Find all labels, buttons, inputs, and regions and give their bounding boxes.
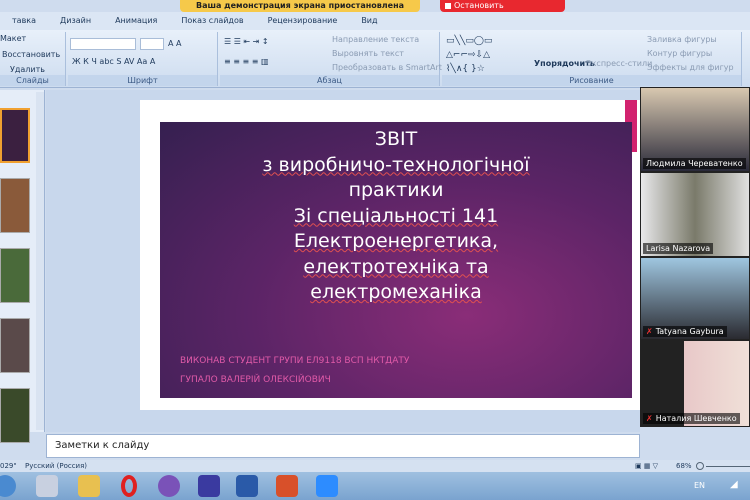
tab-animation[interactable]: Анимация xyxy=(103,12,169,30)
start-button[interactable] xyxy=(0,475,16,497)
font-format-buttons[interactable]: Ж К Ч abc S AV Aa A xyxy=(72,57,155,66)
file-explorer-icon[interactable] xyxy=(78,475,100,497)
slide-counter: 029" xyxy=(0,462,17,470)
zoom-out-icon[interactable] xyxy=(696,462,704,470)
slide-title-line: Зі спеціальності 141 xyxy=(293,204,499,227)
slide-title-line: електромеханіка xyxy=(310,281,482,303)
delete-button[interactable]: Удалить xyxy=(10,65,45,74)
shapes-gallery[interactable]: ▭╲╲▭◯▭ △⌐⌐⇨⇩△ ⌇╲∧{ }☆ xyxy=(446,34,492,76)
slide-title-line: з виробничо-технологічної xyxy=(262,153,530,176)
muted-mic-icon: ✗ xyxy=(646,414,653,423)
slide-thumbnail[interactable] xyxy=(0,318,30,373)
font-size-select[interactable] xyxy=(140,38,164,50)
reset-button[interactable]: Восстановить xyxy=(2,50,60,59)
quick-styles-button[interactable]: Экспресс-стили xyxy=(586,59,652,68)
paragraph-group: ☰ ☰ ⇤ ⇥ ↕ ≡ ≡ ≡ ≡ ▥ Направление текста В… xyxy=(220,32,442,86)
font-grow-shrink[interactable]: A A xyxy=(168,39,182,48)
participant-name: Наталия Шевченко xyxy=(655,414,737,423)
tab-insert[interactable]: тавка xyxy=(0,12,48,30)
participant-video[interactable]: ✗ Tatyana Gaybura xyxy=(640,257,750,340)
tab-design[interactable]: Дизайн xyxy=(48,12,103,30)
taskbar: EN ◢ xyxy=(0,472,750,500)
zoom-slider[interactable] xyxy=(706,466,750,467)
slide-title-line: ЗВІТ xyxy=(374,128,418,150)
participant-video[interactable]: ✗ Наталия Шевченко xyxy=(640,340,750,427)
participant-name: Tatyana Gaybura xyxy=(655,327,724,336)
save-app-icon[interactable] xyxy=(198,475,220,497)
slide-thumbnail[interactable] xyxy=(0,108,30,163)
slide-title-line: електротехніка та xyxy=(303,255,489,278)
author-name: ГУПАЛО ВАЛЕРІЙ ОЛЕКСІЙОВИЧ xyxy=(180,375,331,385)
layout-button[interactable]: Макет xyxy=(0,34,26,43)
view-buttons[interactable]: ▣ ▦ ▽ xyxy=(635,460,658,472)
ribbon-tabs: тавка Дизайн Анимация Показ слайдов Реце… xyxy=(0,12,750,30)
slide-thumbnail[interactable] xyxy=(0,388,30,443)
align-buttons[interactable]: ≡ ≡ ≡ ≡ ▥ xyxy=(224,57,269,66)
participant-name: Larisa Nazarova xyxy=(643,243,714,254)
smartart-button[interactable]: Преобразовать в SmartArt xyxy=(332,63,442,72)
tab-slideshow[interactable]: Показ слайдов xyxy=(169,12,255,30)
language-indicator[interactable]: Русский (Россия) xyxy=(25,460,87,472)
author-line: ВИКОНАВ СТУДЕНТ ГРУПИ ЕЛ9118 ВСП НКТДАТУ xyxy=(180,356,410,366)
network-icon[interactable]: ◢ xyxy=(730,479,738,490)
text-direction-button[interactable]: Направление текста xyxy=(332,35,419,44)
group-label: Рисование xyxy=(442,75,741,86)
thumbnails-scrollbar[interactable] xyxy=(36,92,44,430)
word-icon[interactable] xyxy=(236,475,258,497)
muted-mic-icon: ✗ xyxy=(646,327,653,336)
shape-outline-button[interactable]: Контур фигуры xyxy=(647,49,712,58)
slide-thumbnail[interactable] xyxy=(0,248,30,303)
viber-icon[interactable] xyxy=(158,475,180,497)
shape-effects-button[interactable]: Эффекты для фигур xyxy=(647,63,734,72)
slide-thumbnails-pane[interactable] xyxy=(0,90,45,443)
notes-input[interactable]: Заметки к слайду xyxy=(46,434,640,458)
slide-author-block: ВИКОНАВ СТУДЕНТ ГРУПИ ЕЛ9118 ВСП НКТДАТУ… xyxy=(180,352,409,390)
participant-name: Людмила Череватенко xyxy=(643,158,746,169)
opera-icon[interactable] xyxy=(121,475,137,497)
slide-content[interactable]: ЗВІТ з виробничо-технологічної практики … xyxy=(160,122,632,398)
participant-video[interactable]: Людмила Череватенко xyxy=(640,87,750,172)
slides-group: Макет Восстановить Удалить Слайды xyxy=(0,32,66,86)
group-label: Шрифт xyxy=(68,75,217,86)
font-name-select[interactable] xyxy=(70,38,136,50)
zoom-app-icon[interactable] xyxy=(316,475,338,497)
slide-title-line: практики xyxy=(348,179,444,201)
tab-view[interactable]: Вид xyxy=(349,12,389,30)
font-group: A A Ж К Ч abc S AV Aa A Шрифт xyxy=(68,32,218,86)
screen-share-paused-banner: Ваша демонстрация экрана приостановлена xyxy=(180,0,420,12)
slide-title-line: Електроенергетика, xyxy=(293,230,499,252)
group-label: Абзац xyxy=(220,75,439,86)
slide-thumbnail[interactable] xyxy=(0,178,30,233)
tab-review[interactable]: Рецензирование xyxy=(256,12,350,30)
participant-video[interactable]: Larisa Nazarova xyxy=(640,172,750,257)
input-language[interactable]: EN xyxy=(694,481,705,490)
drawing-group: ▭╲╲▭◯▭ △⌐⌐⇨⇩△ ⌇╲∧{ }☆ Упорядочить Экспре… xyxy=(442,32,742,86)
zoom-level[interactable]: 68% xyxy=(676,460,692,472)
stop-share-button[interactable]: Остановить демонстрацию xyxy=(440,0,565,22)
status-bar: 029" Русский (Россия) ▣ ▦ ▽ 68% xyxy=(0,460,750,472)
group-label: Слайды xyxy=(0,75,65,86)
powerpoint-icon[interactable] xyxy=(276,475,298,497)
list-buttons[interactable]: ☰ ☰ ⇤ ⇥ ↕ xyxy=(224,37,269,46)
align-text-button[interactable]: Выровнять текст xyxy=(332,49,404,58)
scissors-app-icon[interactable] xyxy=(36,475,58,497)
ribbon: Макет Восстановить Удалить Слайды A A Ж … xyxy=(0,30,750,88)
shape-fill-button[interactable]: Заливка фигуры xyxy=(647,35,717,44)
